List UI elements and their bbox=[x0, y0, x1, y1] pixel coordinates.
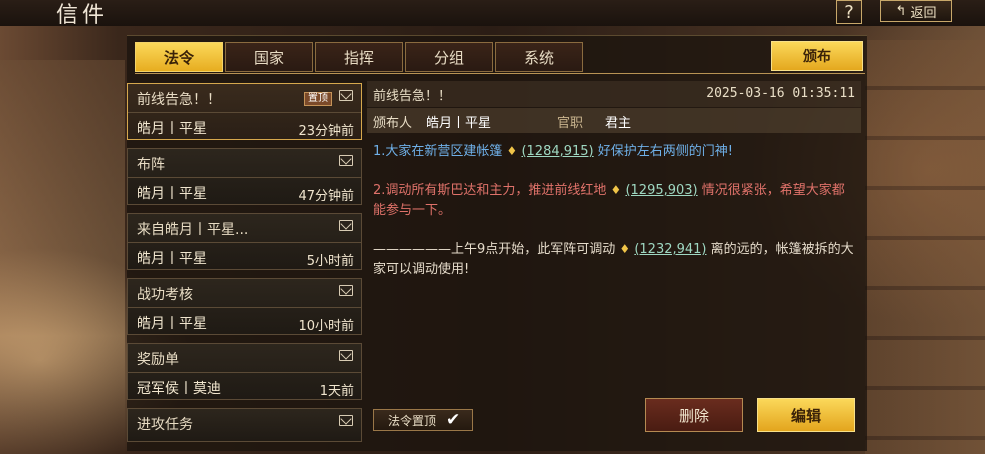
coordinate-link[interactable]: (1284,915) bbox=[521, 144, 593, 159]
delete-button[interactable]: 删除 bbox=[645, 398, 743, 432]
location-pin-icon: ♦ bbox=[610, 183, 622, 197]
tab-nation[interactable]: 国家 bbox=[225, 42, 313, 72]
top-bar: 信件 ? ↰ 返回 bbox=[0, 0, 985, 28]
coordinate-link[interactable]: (1295,903) bbox=[625, 183, 697, 198]
tab-group[interactable]: 分组 bbox=[405, 42, 493, 72]
item-time: 1天前 bbox=[319, 384, 354, 399]
pin-decree-toggle[interactable]: 法令置顶 ✔ bbox=[373, 409, 473, 431]
item-sender: 皓月丨平星 bbox=[137, 121, 207, 137]
envelope-open-icon bbox=[339, 350, 353, 361]
item-time: 5小时前 bbox=[306, 254, 354, 269]
tab-command[interactable]: 指挥 bbox=[315, 42, 403, 72]
tab-bar: 法令 国家 指挥 分组 系统 bbox=[135, 42, 583, 72]
envelope-open-icon bbox=[339, 285, 353, 296]
list-item[interactable]: 来自皓月丨平星... 皓月丨平星 5小时前 bbox=[127, 213, 362, 270]
detail-subject: 前线告急！！ bbox=[373, 89, 452, 104]
item-sender: 冠军侯丨莫迪 bbox=[137, 381, 221, 397]
item-subject: 前线告急！！ bbox=[137, 92, 221, 108]
item-subject: 来自皓月丨平星... bbox=[137, 222, 249, 238]
back-label: 返回 bbox=[910, 5, 937, 21]
publisher-name: 皓月丨平星 bbox=[426, 116, 492, 131]
item-time: 47分钟前 bbox=[298, 189, 354, 204]
publish-button[interactable]: 颁布 bbox=[771, 41, 863, 71]
item-time: 10小时前 bbox=[298, 319, 354, 334]
rank-label: 官职 bbox=[557, 116, 584, 131]
tab-system[interactable]: 系统 bbox=[495, 42, 583, 72]
background-right-decor bbox=[865, 40, 985, 454]
item-subject: 进攻任务 bbox=[137, 417, 193, 433]
item-sender: 皓月丨平星 bbox=[137, 316, 207, 332]
item-sender: 皓月丨平星 bbox=[137, 251, 207, 267]
background-left-decor bbox=[0, 60, 125, 454]
envelope-open-icon bbox=[339, 155, 353, 166]
item-subject: 战功考核 bbox=[137, 287, 193, 303]
paragraph-3: ——————上午9点开始，此军阵可调动 ♦ (1232,941) 离的远的，帐篷… bbox=[373, 242, 854, 277]
pin-decree-label: 法令置顶 bbox=[388, 413, 437, 428]
paragraph-2: 2.调动所有斯巴达和主力，推进前线红地 ♦ (1295,903) 情况很紧张，希… bbox=[373, 183, 845, 218]
publisher-label: 颁布人 bbox=[373, 116, 413, 131]
list-item[interactable]: 前线告急！！ 置顶 皓月丨平星 23分钟前 bbox=[127, 83, 362, 140]
back-arrow-icon: ↰ bbox=[895, 3, 907, 19]
coordinate-link[interactable]: (1232,941) bbox=[634, 242, 706, 257]
help-button[interactable]: ? bbox=[836, 0, 862, 24]
detail-meta: 颁布人 皓月丨平星 官职 君主 bbox=[367, 108, 861, 133]
item-time: 23分钟前 bbox=[298, 124, 354, 139]
envelope-open-icon bbox=[339, 220, 353, 231]
mail-detail: 前线告急！！ 2025-03-16 01:35:11 颁布人 皓月丨平星 官职 … bbox=[367, 81, 861, 449]
list-item[interactable]: 进攻任务 bbox=[127, 408, 362, 442]
tab-divider bbox=[135, 73, 865, 74]
rank-value: 君主 bbox=[605, 116, 632, 131]
pinned-badge: 置顶 bbox=[304, 92, 332, 106]
edit-button[interactable]: 编辑 bbox=[757, 398, 855, 432]
detail-header: 前线告急！！ 2025-03-16 01:35:11 bbox=[367, 81, 861, 107]
paragraph-1: 1.大家在新营区建帐篷 ♦ (1284,915) 好保护左右两侧的门神! bbox=[373, 144, 733, 159]
list-item[interactable]: 布阵 皓月丨平星 47分钟前 bbox=[127, 148, 362, 205]
envelope-open-icon bbox=[339, 90, 353, 101]
envelope-open-icon bbox=[339, 415, 353, 426]
list-item[interactable]: 奖励单 冠军侯丨莫迪 1天前 bbox=[127, 343, 362, 400]
detail-body: 1.大家在新营区建帐篷 ♦ (1284,915) 好保护左右两侧的门神! 2.调… bbox=[373, 141, 857, 280]
item-sender: 皓月丨平星 bbox=[137, 186, 207, 202]
detail-date: 2025-03-16 01:35:11 bbox=[706, 86, 855, 101]
back-button[interactable]: ↰ 返回 bbox=[880, 0, 952, 22]
page-title: 信件 bbox=[56, 3, 109, 28]
item-subject: 布阵 bbox=[137, 157, 165, 173]
item-subject: 奖励单 bbox=[137, 352, 179, 368]
check-icon: ✔ bbox=[446, 410, 461, 430]
tab-decree[interactable]: 法令 bbox=[135, 42, 223, 72]
mail-panel: 法令 国家 指挥 分组 系统 颁布 前线告急！！ 置顶 皓月丨平星 23分钟前 … bbox=[127, 35, 867, 451]
location-pin-icon: ♦ bbox=[619, 242, 631, 256]
location-pin-icon: ♦ bbox=[506, 144, 518, 158]
list-item[interactable]: 战功考核 皓月丨平星 10小时前 bbox=[127, 278, 362, 335]
